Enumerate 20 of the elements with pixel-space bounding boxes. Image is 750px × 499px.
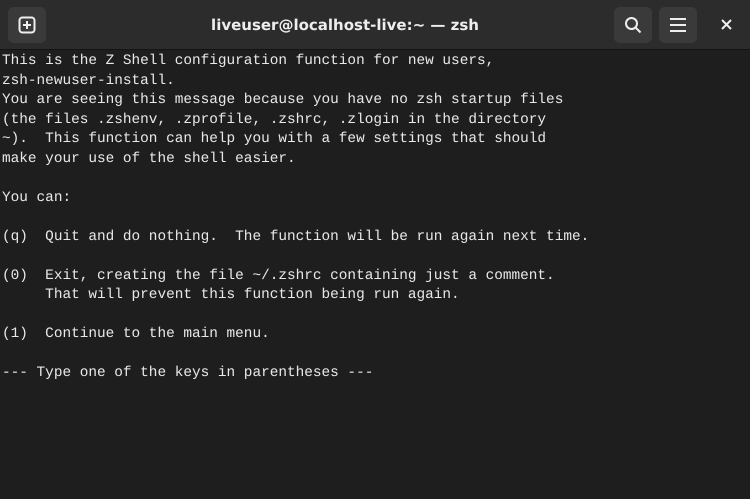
terminal-line: zsh-newuser-install. xyxy=(2,72,175,90)
window-title: liveuser@localhost-live:~ — zsh xyxy=(210,16,480,34)
menu-icon xyxy=(669,16,687,32)
new-tab-icon xyxy=(18,16,36,34)
terminal-line: You can: xyxy=(2,188,72,208)
close-icon xyxy=(720,19,732,30)
search-icon xyxy=(624,16,642,34)
menu-button[interactable] xyxy=(659,6,697,42)
terminal-line: This is the Z Shell configuration function for new users, xyxy=(2,52,494,71)
terminal-line: (0) Exit, creating the file ~/.zshrc containing just a comment. xyxy=(2,266,555,286)
terminal-line: That will prevent this function being run again. xyxy=(44,286,460,305)
terminal-line: make your use of the shell easier. xyxy=(2,150,296,168)
terminal-line: You are seeing this message because you have no zsh startup files xyxy=(2,91,564,110)
new-tab-button[interactable] xyxy=(8,6,46,42)
terminal-line: (q) Quit and do nothing. The function will be run again next time. xyxy=(2,228,590,246)
terminal-line: (1) Continue to the main menu. xyxy=(2,325,270,344)
terminal-line: (the files .zshenv, .zprofile, .zshrc, .zlogin in the directory xyxy=(2,110,546,130)
terminal-line: --- Type one of the keys in parentheses --- xyxy=(2,364,374,383)
search-button[interactable] xyxy=(614,6,652,42)
terminal-line: ~). This function can help you with a few settings that should xyxy=(2,130,546,149)
